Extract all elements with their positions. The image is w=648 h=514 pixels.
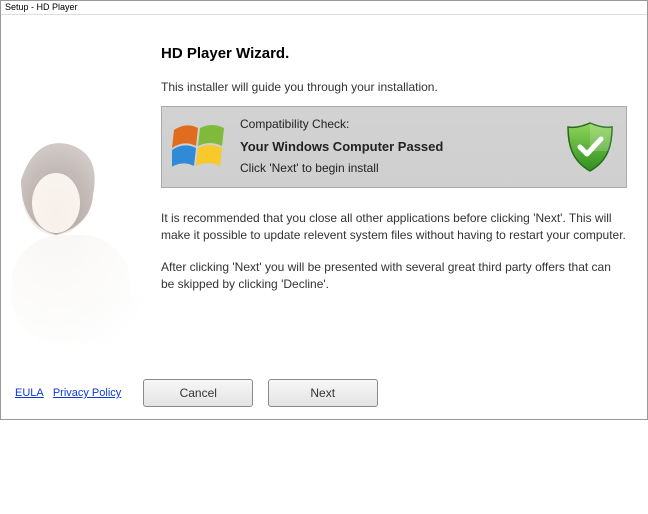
compatibility-panel: Compatibility Check: Your Windows Comput…	[161, 106, 627, 188]
window-body: HD Player Wizard. This installer will gu…	[1, 15, 647, 419]
page-title: HD Player Wizard.	[161, 45, 627, 62]
intro-text: This installer will guide you through yo…	[161, 80, 627, 94]
compat-line3: Click 'Next' to begin install	[240, 159, 550, 178]
privacy-link[interactable]: Privacy Policy	[53, 387, 121, 399]
offers-text: After clicking 'Next' you will be presen…	[161, 259, 627, 294]
window-title: Setup - HD Player	[5, 2, 78, 12]
footer-bar: EULA Privacy Policy Cancel Next	[1, 379, 647, 407]
window-titlebar: Setup - HD Player	[1, 1, 647, 15]
compat-line1: Compatibility Check:	[240, 115, 550, 134]
next-button[interactable]: Next	[268, 379, 378, 407]
setup-window: Setup - HD Player	[0, 0, 648, 420]
side-illustration	[1, 125, 161, 345]
cancel-button[interactable]: Cancel	[143, 379, 253, 407]
windows-logo-icon	[172, 120, 226, 174]
compat-line2: Your Windows Computer Passed	[240, 137, 550, 158]
footer-links: EULA Privacy Policy	[1, 387, 127, 399]
eula-link[interactable]: EULA	[15, 387, 44, 399]
shield-check-icon	[564, 121, 616, 173]
compatibility-text: Compatibility Check: Your Windows Comput…	[240, 115, 550, 178]
recommend-text: It is recommended that you close all oth…	[161, 210, 627, 245]
button-row: Cancel Next	[133, 379, 377, 407]
main-content: HD Player Wizard. This installer will gu…	[161, 45, 627, 294]
